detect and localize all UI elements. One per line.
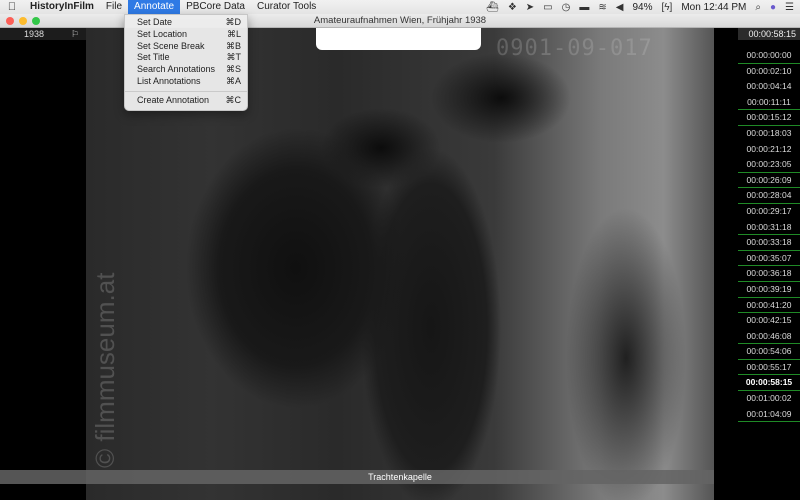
volume-icon[interactable]: ◀ (616, 2, 624, 13)
menu-item-list-annotations[interactable]: List Annotations ⌘A (125, 76, 247, 88)
timecode-item[interactable]: 00:00:54:06 (738, 344, 800, 360)
menu-item-shortcut: ⌘T (226, 52, 242, 63)
timecode-item[interactable]: 00:00:15:12 (738, 110, 800, 126)
battery-percent: 94% (632, 1, 653, 13)
timecode-item[interactable]: 00:00:36:18 (738, 266, 800, 282)
menu-file[interactable]: File (100, 0, 128, 14)
status-menus: ⛴ ❖ ➤ ▭ ◷ ▬ ≋ ◀ 94% [ϟ] Mon 12:44 PM ⌕ ●… (486, 0, 794, 14)
menu-item-shortcut: ⌘L (226, 28, 241, 39)
apple-menu-icon[interactable]:  (0, 1, 24, 13)
menu-item-shortcut: ⌘B (225, 40, 241, 51)
timecode-item[interactable]: 00:00:26:09 (738, 173, 800, 189)
timecode-item[interactable]: 00:00:58:15 (738, 375, 800, 392)
battery-icon[interactable]: [ϟ] (661, 2, 672, 13)
menu-item-set-location[interactable]: Set Location ⌘L (125, 29, 247, 41)
year-label: 1938 (23, 29, 45, 39)
notification-center-icon[interactable]: ☰ (785, 2, 794, 13)
window-titlebar: Amateuraufnahmen Wien, Frühjahr 1938 (0, 14, 800, 28)
dropbox-icon[interactable]: ❖ (508, 2, 517, 13)
time-machine-icon[interactable]: ◷ (562, 2, 571, 13)
timecode-item[interactable]: 00:00:00:00 (738, 48, 800, 64)
year-bar: 1938 ⚐ (0, 28, 86, 40)
menu-item-set-scene-break[interactable]: Set Scene Break ⌘B (125, 41, 247, 53)
flag-icon[interactable]: ⚐ (71, 29, 79, 39)
timecode-item[interactable]: 00:01:04:09 (738, 407, 800, 423)
location-icon[interactable]: ➤ (526, 2, 534, 13)
timecode-item[interactable]: 00:01:00:02 (738, 391, 800, 407)
timecode-item[interactable]: 00:00:31:18 (738, 220, 800, 236)
timecode-item[interactable]: 00:00:29:17 (738, 204, 800, 220)
menu-separator (125, 90, 247, 92)
app-menu[interactable]: HistoryInFilm (24, 0, 100, 14)
spotlight-search-icon[interactable]: ⌕ (755, 2, 761, 13)
screen:  HistoryInFilm File Annotate PBCore Dat… (0, 0, 800, 500)
timecode-item[interactable]: 00:00:39:19 (738, 282, 800, 298)
menu-item-shortcut: ⌘C (225, 94, 242, 105)
archive-code-watermark: 0901-09-017 (496, 36, 653, 61)
menu-item-label: Set Title (137, 52, 170, 63)
siri-icon[interactable]: ● (770, 2, 776, 13)
menu-item-label: Create Annotation (137, 94, 210, 105)
timecode-item[interactable]: 00:00:28:04 (738, 188, 800, 204)
current-timecode: 00:00:58:15 (738, 28, 800, 40)
menu-item-label: List Annotations (137, 75, 201, 86)
display-icon[interactable]: ▬ (579, 2, 589, 13)
timecode-item[interactable]: 00:00:33:18 (738, 235, 800, 251)
menu-item-label: Set Location (137, 28, 188, 39)
filmmuseum-watermark: © filmmuseum.at (90, 272, 120, 468)
timecode-item[interactable]: 00:00:02:10 (738, 64, 800, 80)
overlay-box (316, 28, 481, 50)
menu-item-search-annotations[interactable]: Search Annotations ⌘S (125, 64, 247, 76)
wifi-icon[interactable]: ≋ (598, 2, 606, 13)
menu-item-shortcut: ⌘S (225, 64, 241, 75)
timecode-panel: 00:00:58:15 00:00:00:00 00:00:02:10 00:00:… (714, 28, 800, 500)
window-title: Amateuraufnahmen Wien, Frühjahr 1938 (313, 15, 487, 26)
timecode-list: 00:00:00:00 00:00:02:10 00:00:04:14 00:00:1… (738, 48, 800, 423)
menu-item-create-annotation[interactable]: Create Annotation ⌘C (125, 95, 247, 107)
timecode-item[interactable]: 00:00:35:07 (738, 251, 800, 267)
menu-item-set-title[interactable]: Set Title ⌘T (125, 52, 247, 64)
airplay-icon[interactable]: ▭ (543, 2, 552, 13)
menu-item-label: Set Scene Break (137, 40, 205, 51)
menu-item-shortcut: ⌘D (225, 17, 242, 27)
timecode-item[interactable]: 00:00:18:03 (738, 126, 800, 142)
timecode-item[interactable]: 00:00:11:11 (738, 95, 800, 111)
timecode-item[interactable]: 00:00:42:15 (738, 313, 800, 329)
scene-title-caption: Trachtenkapelle (0, 470, 800, 484)
menu-item-label: Set Date (137, 17, 173, 27)
timecode-item[interactable]: 00:00:41:20 (738, 298, 800, 314)
docker-icon[interactable]: ⛴ (486, 2, 499, 13)
timecode-item[interactable]: 00:00:21:12 (738, 142, 800, 158)
menu-bar:  HistoryInFilm File Annotate PBCore Dat… (0, 0, 800, 14)
menu-item-set-date[interactable]: Set Date ⌘D (125, 17, 247, 29)
menu-item-shortcut: ⌘A (225, 75, 241, 86)
timecode-item[interactable]: 00:00:46:08 (738, 329, 800, 345)
timecode-item[interactable]: 00:00:04:14 (738, 79, 800, 95)
menu-annotate[interactable]: Annotate (128, 0, 181, 14)
menu-pbcore-data[interactable]: PBCore Data (180, 0, 251, 14)
clock[interactable]: Mon 12:44 PM (681, 2, 746, 13)
timecode-item[interactable]: 00:00:23:05 (738, 157, 800, 173)
timecode-item[interactable]: 00:00:55:17 (738, 360, 800, 376)
menu-curator-tools[interactable]: Curator Tools (251, 0, 322, 14)
annotate-menu-dropdown: Set Date ⌘D Set Location ⌘L Set Scene Break ⌘… (124, 14, 248, 111)
menu-item-label: Search Annotations (137, 64, 216, 75)
